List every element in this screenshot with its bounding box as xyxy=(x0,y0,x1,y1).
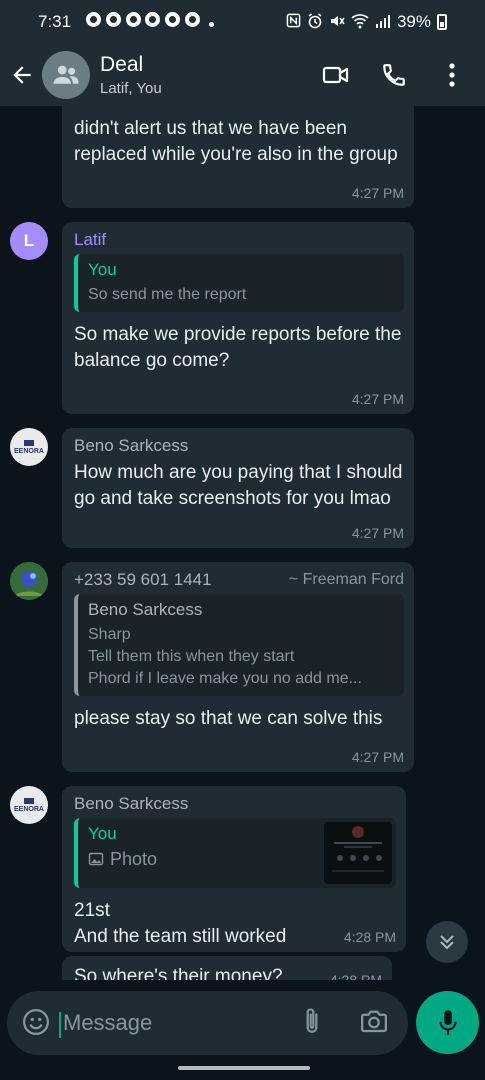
message-text: So make we provide reports before the ba… xyxy=(74,324,402,371)
message-time: 4:27 PM xyxy=(351,391,404,407)
message-bubble[interactable]: Latif You So send me the report So make … xyxy=(62,222,414,414)
home-gesture-handle[interactable] xyxy=(178,1066,310,1070)
message-bubble[interactable]: +233 59 601 1441 ~ Freeman Ford Beno Sar… xyxy=(62,562,414,772)
message-bubble[interactable]: So where's their money? 4:28 PM xyxy=(62,956,392,980)
composer: Message xyxy=(0,988,485,1058)
message-time: 4:28 PM xyxy=(329,972,382,980)
quoted-text: So send me the report xyxy=(88,286,247,303)
message-input-box[interactable]: Message xyxy=(7,991,408,1055)
more-notifications-dot xyxy=(208,22,214,27)
camera-button[interactable] xyxy=(359,1006,389,1041)
mic-icon xyxy=(438,1009,457,1035)
notification-icon xyxy=(165,12,181,27)
camera-icon xyxy=(361,1010,387,1033)
quoted-author: You xyxy=(88,824,117,843)
quoted-author: You xyxy=(88,260,117,279)
message-text: How much are you paying that I should go… xyxy=(74,462,403,509)
phone-icon xyxy=(383,64,405,86)
quoted-message[interactable]: You Photo xyxy=(74,818,396,888)
message-bubble[interactable]: Beno Sarkcess You Photo 21st And the tea… xyxy=(62,786,406,952)
status-time: 7:31 xyxy=(38,12,72,31)
scroll-to-bottom-button[interactable] xyxy=(426,921,468,963)
video-call-button[interactable] xyxy=(313,52,359,98)
message-placeholder: Message xyxy=(63,1010,153,1035)
group-avatar[interactable] xyxy=(42,51,90,99)
text-cursor xyxy=(59,1012,61,1038)
back-arrow-icon xyxy=(13,66,31,84)
status-bar: 7:31 39% xyxy=(0,0,485,44)
mute-icon xyxy=(329,13,345,32)
message-text: didn't alert us that we have been replac… xyxy=(74,118,398,165)
message-time: 4:27 PM xyxy=(351,185,404,201)
attach-icon xyxy=(306,1008,318,1033)
chat-participants: Latif, You xyxy=(100,80,162,97)
header-text[interactable]: Deal Latif, You xyxy=(100,53,162,97)
voice-call-button[interactable] xyxy=(371,52,417,98)
message-time: 4:28 PM xyxy=(343,929,396,945)
avatar[interactable] xyxy=(10,562,48,600)
chat-header: Deal Latif, You xyxy=(0,44,485,106)
chat-title: Deal xyxy=(100,53,144,76)
message-text: please stay so that we can solve this xyxy=(74,708,383,729)
alarm-icon xyxy=(307,12,323,32)
message-input[interactable]: Message xyxy=(59,1010,153,1038)
message-time: 4:27 PM xyxy=(351,525,404,541)
video-call-icon xyxy=(322,66,349,84)
battery-percent: 39% xyxy=(396,12,431,31)
avatar[interactable]: L xyxy=(10,222,48,260)
notification-icon xyxy=(145,12,161,27)
nfc-icon xyxy=(286,13,301,31)
quoted-line: Tell them this when they start xyxy=(88,648,295,665)
photo-icon xyxy=(88,852,104,866)
group-icon xyxy=(53,65,79,84)
quoted-line: Phord if I leave make you no add me... xyxy=(88,670,362,687)
quoted-text: Photo xyxy=(110,849,158,869)
voice-message-button[interactable] xyxy=(416,991,479,1054)
chevron-double-down-icon xyxy=(440,935,454,950)
sender-push-name: ~ Freeman Ford xyxy=(288,571,404,588)
quoted-line: Sharp xyxy=(88,626,131,643)
wifi-icon xyxy=(351,13,369,32)
message-bubble[interactable]: Beno Sarkcess How much are you paying th… xyxy=(62,428,414,548)
message-sender[interactable]: Beno Sarkcess xyxy=(74,436,404,456)
battery-icon xyxy=(437,14,447,30)
more-vert-icon xyxy=(449,63,455,87)
avatar[interactable]: EENORA xyxy=(10,428,48,466)
message-sender[interactable]: Beno Sarkcess xyxy=(74,794,396,814)
quoted-message[interactable]: Beno Sarkcess Sharp Tell them this when … xyxy=(74,594,404,696)
message-time: 4:27 PM xyxy=(351,749,404,765)
quoted-message[interactable]: You So send me the report xyxy=(74,254,404,312)
message-text: 21st xyxy=(74,900,110,921)
chat-messages[interactable]: didn't alert us that we have been replac… xyxy=(0,106,485,980)
avatar[interactable]: EENORA xyxy=(10,786,48,824)
notification-icon xyxy=(105,12,121,27)
quoted-photo-thumbnail[interactable] xyxy=(324,822,392,884)
emoji-button[interactable] xyxy=(21,1007,51,1042)
signal-icon xyxy=(375,14,391,31)
quoted-author: Beno Sarkcess xyxy=(88,600,203,619)
avatar-image xyxy=(10,562,48,600)
message-bubble[interactable]: didn't alert us that we have been replac… xyxy=(62,106,414,208)
attach-button[interactable] xyxy=(299,1006,325,1043)
system-nav-bar xyxy=(0,1058,485,1080)
notification-icon xyxy=(86,12,102,27)
notification-icon xyxy=(184,12,200,27)
notification-icons xyxy=(86,12,214,32)
message-sender[interactable]: Latif xyxy=(74,230,404,250)
notification-icon xyxy=(125,12,141,27)
message-sender[interactable]: +233 59 601 1441 xyxy=(74,570,212,590)
emoji-icon xyxy=(23,1009,49,1035)
back-button[interactable] xyxy=(2,55,42,95)
more-options-button[interactable] xyxy=(429,52,475,98)
